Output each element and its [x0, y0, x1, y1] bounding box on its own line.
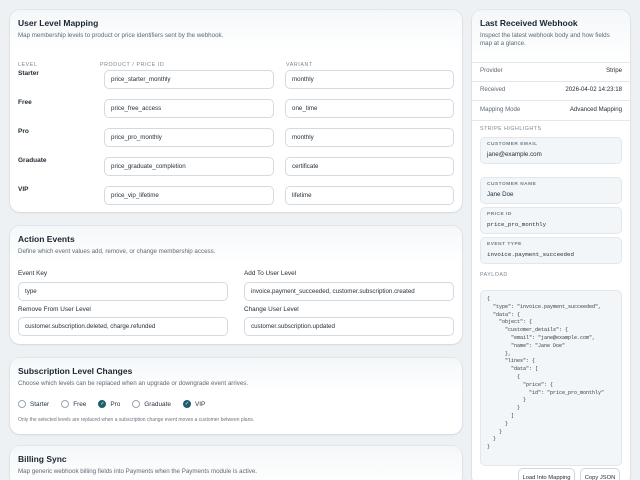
level-name: Free: [18, 99, 32, 106]
panel-title: Last Received Webhook: [480, 18, 578, 28]
mapping-mode-value: Advanced Mapping: [569, 106, 622, 113]
level-option-starter[interactable]: Starter: [18, 400, 49, 408]
level-name: Pro: [18, 128, 29, 135]
subs-note: Only the selected levels are replaced wh…: [18, 417, 255, 423]
billing-subtitle: Map generic webhook billing fields into …: [18, 468, 258, 475]
radio-unchecked-icon[interactable]: [132, 400, 141, 408]
level-option-label: Graduate: [144, 400, 171, 408]
actions-subtitle: Define which event values add, remove, o…: [18, 248, 216, 255]
highlights-label: STRIPE HIGHLIGHTS: [480, 126, 542, 132]
level-name: Starter: [18, 70, 39, 77]
level-option-pro[interactable]: ✓ Pro: [98, 400, 120, 408]
add-level-input[interactable]: invoice.payment_succeeded, customer.subs…: [244, 282, 454, 301]
product-id-input[interactable]: price_pro_monthly: [104, 128, 274, 147]
mapping-title: User Level Mapping: [18, 18, 99, 28]
divider: [472, 81, 630, 82]
column-product: PRODUCT / PRICE ID: [100, 62, 165, 68]
event-key-label: Event Key: [18, 270, 48, 277]
column-variant: VARIANT: [286, 62, 313, 68]
received-row: Received 2026-04-02 14:23:18: [480, 86, 622, 96]
highlight-key: CUSTOMER NAME: [487, 182, 537, 187]
provider-value: Stripe: [606, 67, 622, 74]
mapping-row: Free price_free_access one_time: [18, 99, 454, 123]
action-events-card: Action Events Define which event values …: [10, 226, 462, 344]
add-level-label: Add To User Level: [244, 270, 297, 277]
check-icon[interactable]: ✓: [182, 400, 191, 408]
level-option-free[interactable]: Free: [61, 400, 86, 408]
level-option-label: Free: [73, 400, 87, 408]
load-into-mapping-button[interactable]: Load Into Mapping: [518, 468, 575, 480]
highlight-value: price_pro_monthly: [487, 221, 547, 228]
product-id-input[interactable]: price_graduate_completion: [104, 157, 274, 176]
highlight-key: CUSTOMER EMAIL: [487, 142, 538, 147]
billing-title: Billing Sync: [18, 454, 67, 464]
highlight-key: PRICE ID: [487, 212, 512, 217]
variant-input[interactable]: monthly: [285, 70, 454, 89]
product-id-input[interactable]: price_free_access: [104, 99, 274, 118]
received-value: 2026-04-02 14:23:18: [565, 86, 622, 93]
mapping-row: VIP price_vip_lifetime lifetime: [18, 186, 454, 210]
last-webhook-panel: Last Received Webhook Inspect the latest…: [472, 10, 630, 480]
event-key-input[interactable]: type: [18, 282, 228, 301]
highlight-value: Jane Doe: [487, 191, 514, 198]
mapping-row: Pro price_pro_monthly monthly: [18, 128, 454, 152]
highlight-value: jane@example.com: [487, 151, 542, 158]
change-level-label: Change User Level: [244, 306, 299, 313]
change-level-input[interactable]: customer.subscription.updated: [244, 317, 454, 336]
highlight-price-id: PRICE ID price_pro_monthly: [480, 207, 622, 234]
radio-unchecked-icon[interactable]: [61, 400, 70, 408]
provider-label: Provider: [480, 67, 503, 74]
divider: [472, 62, 630, 63]
level-option-label: Pro: [110, 400, 121, 408]
subscription-level-changes-card: Subscription Level Changes Choose which …: [10, 358, 462, 434]
mapping-row: Graduate price_graduate_completion certi…: [18, 157, 454, 181]
panel-subtitle: Inspect the latest webhook body and how …: [480, 32, 610, 47]
mapping-subtitle: Map membership levels to product or pric…: [18, 32, 224, 39]
variant-input[interactable]: monthly: [285, 128, 454, 147]
mapping-row: Starter price_starter_monthly monthly: [18, 70, 454, 94]
level-option-vip[interactable]: ✓ VIP: [182, 400, 206, 408]
remove-level-label: Remove From User Level: [18, 306, 91, 313]
level-checkbox-group: Starter Free ✓ Pro Graduate ✓ VIP: [18, 400, 217, 408]
remove-level-input[interactable]: customer.subscription.deleted, charge.re…: [18, 317, 228, 336]
level-name: VIP: [18, 186, 29, 193]
highlight-value: invoice.payment_succeeded: [487, 251, 574, 258]
divider: [472, 100, 630, 101]
check-icon[interactable]: ✓: [98, 400, 107, 408]
highlight-customer-email: CUSTOMER EMAIL jane@example.com: [480, 137, 622, 164]
payload-label: PAYLOAD: [480, 272, 508, 278]
radio-unchecked-icon[interactable]: [18, 400, 26, 408]
level-option-label: VIP: [194, 400, 206, 408]
billing-sync-card: Billing Sync Map generic webhook billing…: [10, 446, 462, 480]
highlight-customer-name: CUSTOMER NAME Jane Doe: [480, 177, 622, 204]
divider: [472, 120, 630, 121]
subs-subtitle: Choose which levels can be replaced when…: [18, 380, 249, 387]
column-level: LEVEL: [18, 62, 38, 68]
provider-row: Provider Stripe: [480, 67, 622, 77]
variant-input[interactable]: certificate: [285, 157, 454, 176]
level-option-graduate[interactable]: Graduate: [132, 400, 171, 408]
level-name: Graduate: [18, 157, 47, 164]
user-level-mapping-card: User Level Mapping Map membership levels…: [10, 10, 462, 212]
mapping-mode-row: Mapping Mode Advanced Mapping: [480, 106, 622, 116]
variant-input[interactable]: one_time: [285, 99, 454, 118]
subs-title: Subscription Level Changes: [18, 366, 133, 376]
variant-input[interactable]: lifetime: [285, 186, 454, 205]
actions-title: Action Events: [18, 234, 75, 244]
product-id-input[interactable]: price_vip_lifetime: [104, 186, 274, 205]
mapping-mode-label: Mapping Mode: [480, 106, 521, 113]
product-id-input[interactable]: price_starter_monthly: [104, 70, 274, 89]
received-label: Received: [480, 86, 506, 93]
highlight-event-type: EVENT TYPE invoice.payment_succeeded: [480, 237, 622, 264]
level-option-label: Starter: [30, 400, 50, 408]
copy-json-button[interactable]: Copy JSON: [580, 468, 620, 480]
payload-code-block[interactable]: { "type": "invoice.payment_succeeded", "…: [480, 290, 622, 466]
highlight-key: EVENT TYPE: [487, 242, 522, 247]
